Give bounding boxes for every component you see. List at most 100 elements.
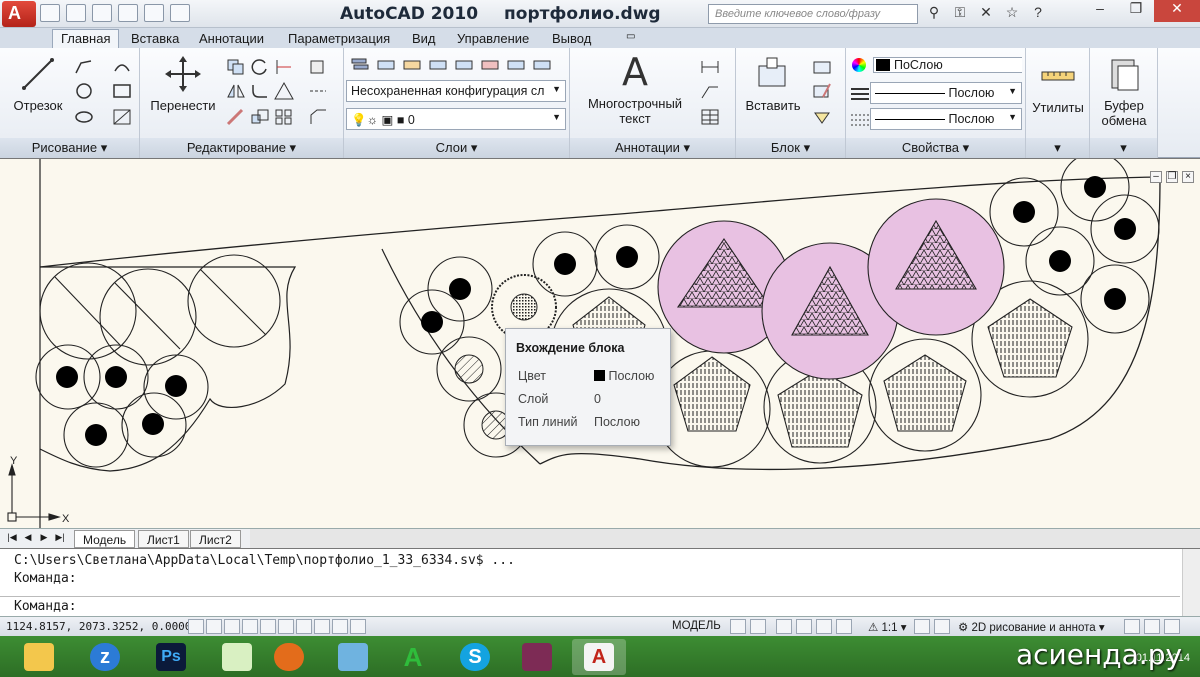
model-space-toggle[interactable]: МОДЕЛЬ [672,620,721,632]
osnap-icon[interactable] [260,619,276,634]
tab-insert[interactable]: Вставка [131,31,179,46]
auto-scale-icon[interactable] [934,619,950,634]
search-input[interactable]: Введите ключевое слово/фразу [708,4,918,24]
ellipse-icon[interactable] [72,106,94,126]
prev-tab-icon[interactable]: ◀ [22,532,34,546]
leader-icon[interactable] [698,80,720,100]
layer-match-icon[interactable] [504,54,526,74]
rectangle-icon[interactable] [110,80,132,100]
ribbon-minimize-icon[interactable]: ▭ [626,31,635,42]
lwt-icon[interactable] [332,619,348,634]
close-icon[interactable]: ✕ [1154,0,1200,22]
hatch-icon[interactable] [110,106,132,126]
open-icon[interactable] [66,4,86,22]
last-tab-icon[interactable]: ▶| [54,532,66,546]
edit-block-icon[interactable] [810,80,832,100]
clean-screen-icon[interactable] [1164,619,1180,634]
panel-clipboard-expand[interactable]: ▾ [1090,138,1157,158]
rotate-icon[interactable] [248,56,270,76]
viewport-restore-icon[interactable]: ❐ [1166,171,1178,183]
move-button[interactable]: Перенести [146,54,220,113]
scale-icon[interactable] [248,106,270,126]
quick-view-layouts-icon[interactable] [730,619,746,634]
chamfer-icon[interactable] [306,106,328,126]
copy-icon[interactable] [224,56,246,76]
layer-walk-icon[interactable] [530,54,552,74]
tab-manage[interactable]: Управление [457,31,529,46]
tab-parametric[interactable]: Параметризация [288,31,390,46]
panel-annotation-title[interactable]: Аннотации ▾ [570,138,735,158]
pan-icon[interactable] [776,619,792,634]
tab-layout2[interactable]: Лист2 [190,530,241,548]
tab-annotate[interactable]: Аннотации [199,31,264,46]
redo-icon[interactable] [144,4,164,22]
viewport-minimize-icon[interactable]: – [1150,171,1162,183]
taskbar-sketchbook[interactable] [210,639,264,675]
panel-layers-title[interactable]: Слои ▾ [344,138,569,158]
new-icon[interactable] [40,4,60,22]
help-icon[interactable]: ? [1028,4,1048,24]
layer-combo[interactable]: 💡☼ ▣ ■ 0 ▼ [346,108,566,130]
cursor-coordinates[interactable]: 1124.8157, 2073.3252, 0.0000 [6,620,191,633]
tab-layout1[interactable]: Лист1 [138,530,189,548]
taskbar-photoshop[interactable]: Ps [144,639,198,675]
layer-state-icon[interactable] [374,54,396,74]
explode-icon[interactable] [272,80,294,100]
next-tab-icon[interactable]: ▶ [38,532,50,546]
taskbar-skype[interactable]: S [448,639,502,675]
mirror-icon[interactable] [224,80,246,100]
offset-icon[interactable] [306,80,328,100]
print-icon[interactable] [170,4,190,22]
panel-block-title[interactable]: Блок ▾ [736,138,845,158]
first-tab-icon[interactable]: |◀ [6,532,18,546]
exchange-icon[interactable]: ✕ [976,4,996,24]
panel-modify-title[interactable]: Редактирование ▾ [140,138,343,158]
color-combo[interactable]: ПоСлою [848,54,1022,76]
taskbar-zona[interactable]: z [78,639,132,675]
annotation-visibility-icon[interactable] [914,619,930,634]
taskbar-photos[interactable] [326,639,380,675]
utilities-button[interactable]: Утилиты [1028,56,1088,115]
panel-utilities-expand[interactable]: ▾ [1026,138,1089,158]
layer-off-icon[interactable] [452,54,474,74]
table-icon[interactable] [698,106,720,126]
command-scrollbar[interactable] [1182,549,1200,617]
workspace-switch[interactable]: ⚙ 2D рисование и аннота ▾ [958,620,1105,634]
insert-block-button[interactable]: Вставить [740,54,806,113]
panel-properties-title[interactable]: Свойства ▾ [846,138,1025,158]
application-menu-button[interactable]: A [2,1,36,27]
stretch-icon[interactable] [224,106,246,126]
lock-ui-icon[interactable] [1124,619,1140,634]
panel-draw-title[interactable]: Рисование ▾ [0,138,139,158]
maximize-icon[interactable]: ❐ [1118,0,1154,22]
grid-icon[interactable] [206,619,222,634]
dimension-icon[interactable] [698,56,720,76]
taskbar-winrar[interactable] [510,639,564,675]
attribute-icon[interactable] [810,106,832,126]
command-input[interactable]: Команда: [14,599,77,614]
dyn-icon[interactable] [314,619,330,634]
minimize-icon[interactable]: – [1082,0,1118,22]
ortho-icon[interactable] [224,619,240,634]
clipboard-button[interactable]: Буфер обмена [1092,54,1156,128]
isolate-objects-icon[interactable] [1144,619,1160,634]
ducs-icon[interactable] [296,619,312,634]
key-icon[interactable]: ⚿ [950,4,970,24]
quick-view-drawings-icon[interactable] [750,619,766,634]
mtext-button[interactable]: A Многострочный текст [580,52,690,126]
tab-output[interactable]: Вывод [552,31,591,46]
layer-isolate-icon[interactable] [400,54,422,74]
layer-freeze-icon[interactable] [426,54,448,74]
create-block-icon[interactable] [810,56,832,76]
qp-icon[interactable] [350,619,366,634]
star-icon[interactable]: ☆ [1002,4,1022,24]
array-icon[interactable] [272,106,294,126]
save-icon[interactable] [92,4,112,22]
tab-home[interactable]: Главная [52,29,120,48]
snap-icon[interactable] [188,619,204,634]
linetype-combo[interactable]: Послою ▼ [870,82,1022,104]
lineweight-combo[interactable]: Послою ▼ [870,108,1022,130]
binoculars-icon[interactable]: ⚲ [924,4,944,24]
zoom-icon[interactable] [796,619,812,634]
trim-icon[interactable] [272,56,294,76]
